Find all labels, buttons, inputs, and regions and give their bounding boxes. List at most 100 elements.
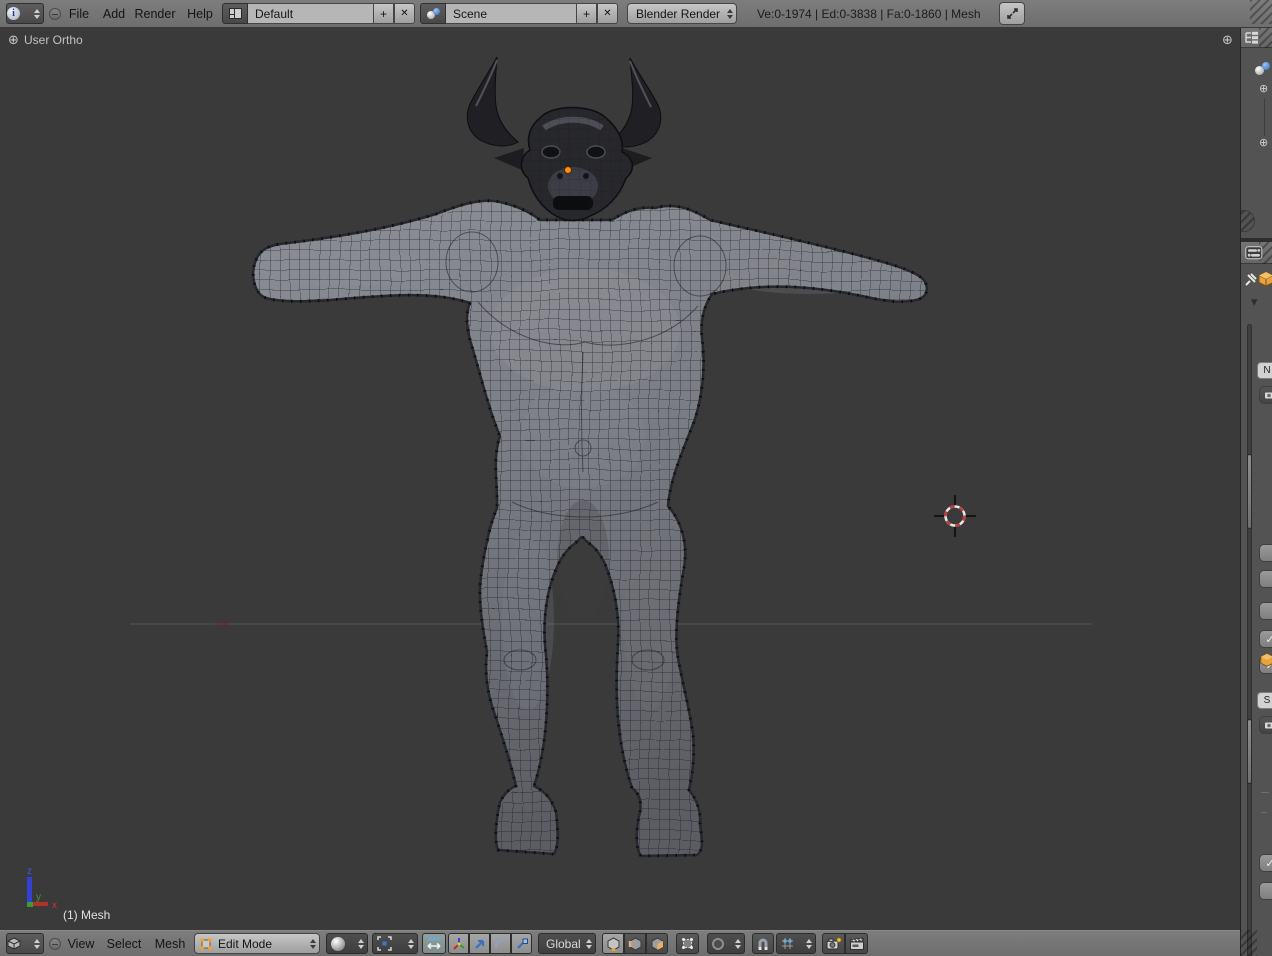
scene-tree-icon-ball <box>1262 62 1270 70</box>
rotate-arc-icon <box>494 937 508 951</box>
editor-type-button-3dview[interactable] <box>6 933 44 954</box>
screen-layout-icon <box>229 8 242 19</box>
info-header: i File Add Render Help Default + ✕ Scene… <box>0 0 1272 28</box>
pivot-point-select[interactable] <box>372 933 418 954</box>
properties-scrollbar[interactable] <box>1247 324 1252 956</box>
screen-layout-name-field[interactable]: Default <box>248 3 373 24</box>
editor-type-button-info[interactable]: i <box>6 3 44 24</box>
manipulator-rotate-button[interactable] <box>469 933 490 954</box>
select-mode-vertex-button[interactable] <box>602 933 624 954</box>
menu-view[interactable]: View <box>62 931 100 956</box>
menu-select[interactable]: Select <box>102 931 146 956</box>
occlude-icon <box>680 936 695 951</box>
manipulator-translate-button[interactable] <box>448 933 469 954</box>
menu-help[interactable]: Help <box>182 0 218 27</box>
mode-select[interactable]: Edit Mode <box>194 933 320 954</box>
transform-orientation-select[interactable]: Global <box>538 933 596 954</box>
minotaur-mesh[interactable] <box>253 57 927 856</box>
fullscreen-toggle-icon <box>1006 7 1019 20</box>
outliner-content[interactable]: ⊕ ⊕ <box>1241 48 1272 238</box>
scale-pole-icon <box>515 937 529 951</box>
edit-mode-icon <box>199 937 213 951</box>
checkbox-checked-3[interactable]: ✓ <box>1259 854 1272 872</box>
tree-connector <box>1264 98 1265 136</box>
screen-layout-add-button[interactable]: + <box>373 3 394 24</box>
area-corner-grip[interactable] <box>1250 0 1272 24</box>
viewport-3d-scene[interactable]: z y x <box>0 0 1272 956</box>
object-origin-dot <box>565 167 572 174</box>
scrollbar-handle-bottom[interactable] <box>1247 719 1252 784</box>
menu-render[interactable]: Render <box>132 0 178 27</box>
select-mode-face-button[interactable] <box>646 933 668 954</box>
pivot-point-icon <box>377 936 392 951</box>
view-name-label: User Ortho <box>24 33 83 47</box>
collapse-menus-toggle[interactable] <box>49 8 61 20</box>
scrollbar-handle-top[interactable] <box>1247 454 1252 529</box>
orientation-value: Global <box>546 937 581 951</box>
view3d-header: View Select Mesh Edit Mode <box>0 930 1240 956</box>
toggle-chip-3[interactable] <box>1259 602 1272 620</box>
proportional-editing-select[interactable] <box>707 933 745 954</box>
menu-mesh[interactable]: Mesh <box>150 931 190 956</box>
tick-line-2 <box>1261 812 1267 813</box>
window-fullscreen-button[interactable] <box>999 2 1025 25</box>
snap-toggle-button[interactable] <box>752 933 774 954</box>
mesh-head <box>521 108 632 221</box>
info-editor-icon: i <box>7 7 20 20</box>
outliner-editor-icon <box>1244 31 1260 45</box>
toggle-chip-1[interactable] <box>1259 544 1272 562</box>
right-editor-strip: ⊕ ⊕ ▾ N <box>1240 28 1272 956</box>
occlude-geometry-button[interactable] <box>676 933 699 954</box>
toggle-chip-4[interactable] <box>1259 882 1272 900</box>
tree-expand-icon[interactable]: ⊕ <box>1259 82 1268 95</box>
active-object-info: (1) Mesh <box>63 908 110 922</box>
panel-collapse-arrow[interactable]: ▾ <box>1251 294 1258 310</box>
opengl-render-image-button[interactable] <box>822 933 845 954</box>
pin-icon <box>1243 272 1257 288</box>
scene-delete-button[interactable]: ✕ <box>597 3 618 24</box>
toolshelf-expand-icon[interactable]: ⊕ <box>8 32 19 48</box>
manipulator-toggle[interactable] <box>422 933 446 954</box>
properties-region-expand-icon[interactable]: ⊕ <box>1222 32 1233 48</box>
screen-layout-delete-button[interactable]: ✕ <box>394 3 415 24</box>
panel-tab-partial-top[interactable]: N <box>1257 362 1272 379</box>
outliner-bottom-grip[interactable] <box>1240 210 1255 232</box>
manipulator-arc-button[interactable] <box>490 933 511 954</box>
outliner-corner-grip[interactable] <box>1259 28 1272 48</box>
scene-name-field[interactable]: Scene <box>446 3 576 24</box>
properties-content[interactable]: ▾ N ✓ ✓ S ✓ <box>1241 264 1272 956</box>
properties-bottom-grip[interactable] <box>1240 930 1257 956</box>
axis-gizmo: z y x <box>27 866 57 911</box>
panel-icon-chip-bottom[interactable] <box>1259 716 1272 734</box>
camera-render-icon <box>826 937 842 951</box>
panel-icon-chip-top[interactable] <box>1259 386 1272 404</box>
properties-header[interactable] <box>1241 242 1272 264</box>
outliner-header[interactable] <box>1241 28 1272 48</box>
toggle-chip-2[interactable] <box>1259 570 1272 588</box>
cursor-3d <box>934 495 976 537</box>
checkbox-checked-1[interactable]: ✓ <box>1259 630 1272 648</box>
collapse-menus-toggle-3d[interactable] <box>49 938 61 950</box>
panel-tab-partial-bottom[interactable]: S <box>1257 692 1272 709</box>
snap-increment-icon <box>780 936 795 951</box>
screen-layout-browse-button[interactable] <box>222 3 248 24</box>
tree-expand-icon-2[interactable]: ⊕ <box>1259 136 1268 149</box>
axis-label-x: x <box>52 900 57 911</box>
scene-icon <box>426 8 440 20</box>
mini-camera-icon <box>1264 390 1272 400</box>
shading-solid-icon <box>331 937 345 951</box>
mesh-ear-left <box>494 148 524 170</box>
scene-browse-button[interactable] <box>420 3 446 24</box>
blender-window: { "info_bar": { "menus": ["File", "Add",… <box>0 0 1272 956</box>
viewport-shading-select[interactable] <box>326 933 368 954</box>
menu-add[interactable]: Add <box>98 0 130 27</box>
manipulator-scale-button[interactable] <box>511 933 532 954</box>
opengl-render-anim-button[interactable] <box>845 933 868 954</box>
select-mode-edge-button[interactable] <box>624 933 646 954</box>
scene-statistics: Ve:0-1974 | Ed:0-3838 | Fa:0-1860 | Mesh <box>757 0 981 27</box>
magnet-icon <box>756 937 770 951</box>
render-engine-select[interactable]: Blender Render <box>627 3 737 24</box>
scene-add-button[interactable]: + <box>576 3 597 24</box>
snap-element-select[interactable] <box>776 933 816 954</box>
menu-file[interactable]: File <box>64 0 94 27</box>
